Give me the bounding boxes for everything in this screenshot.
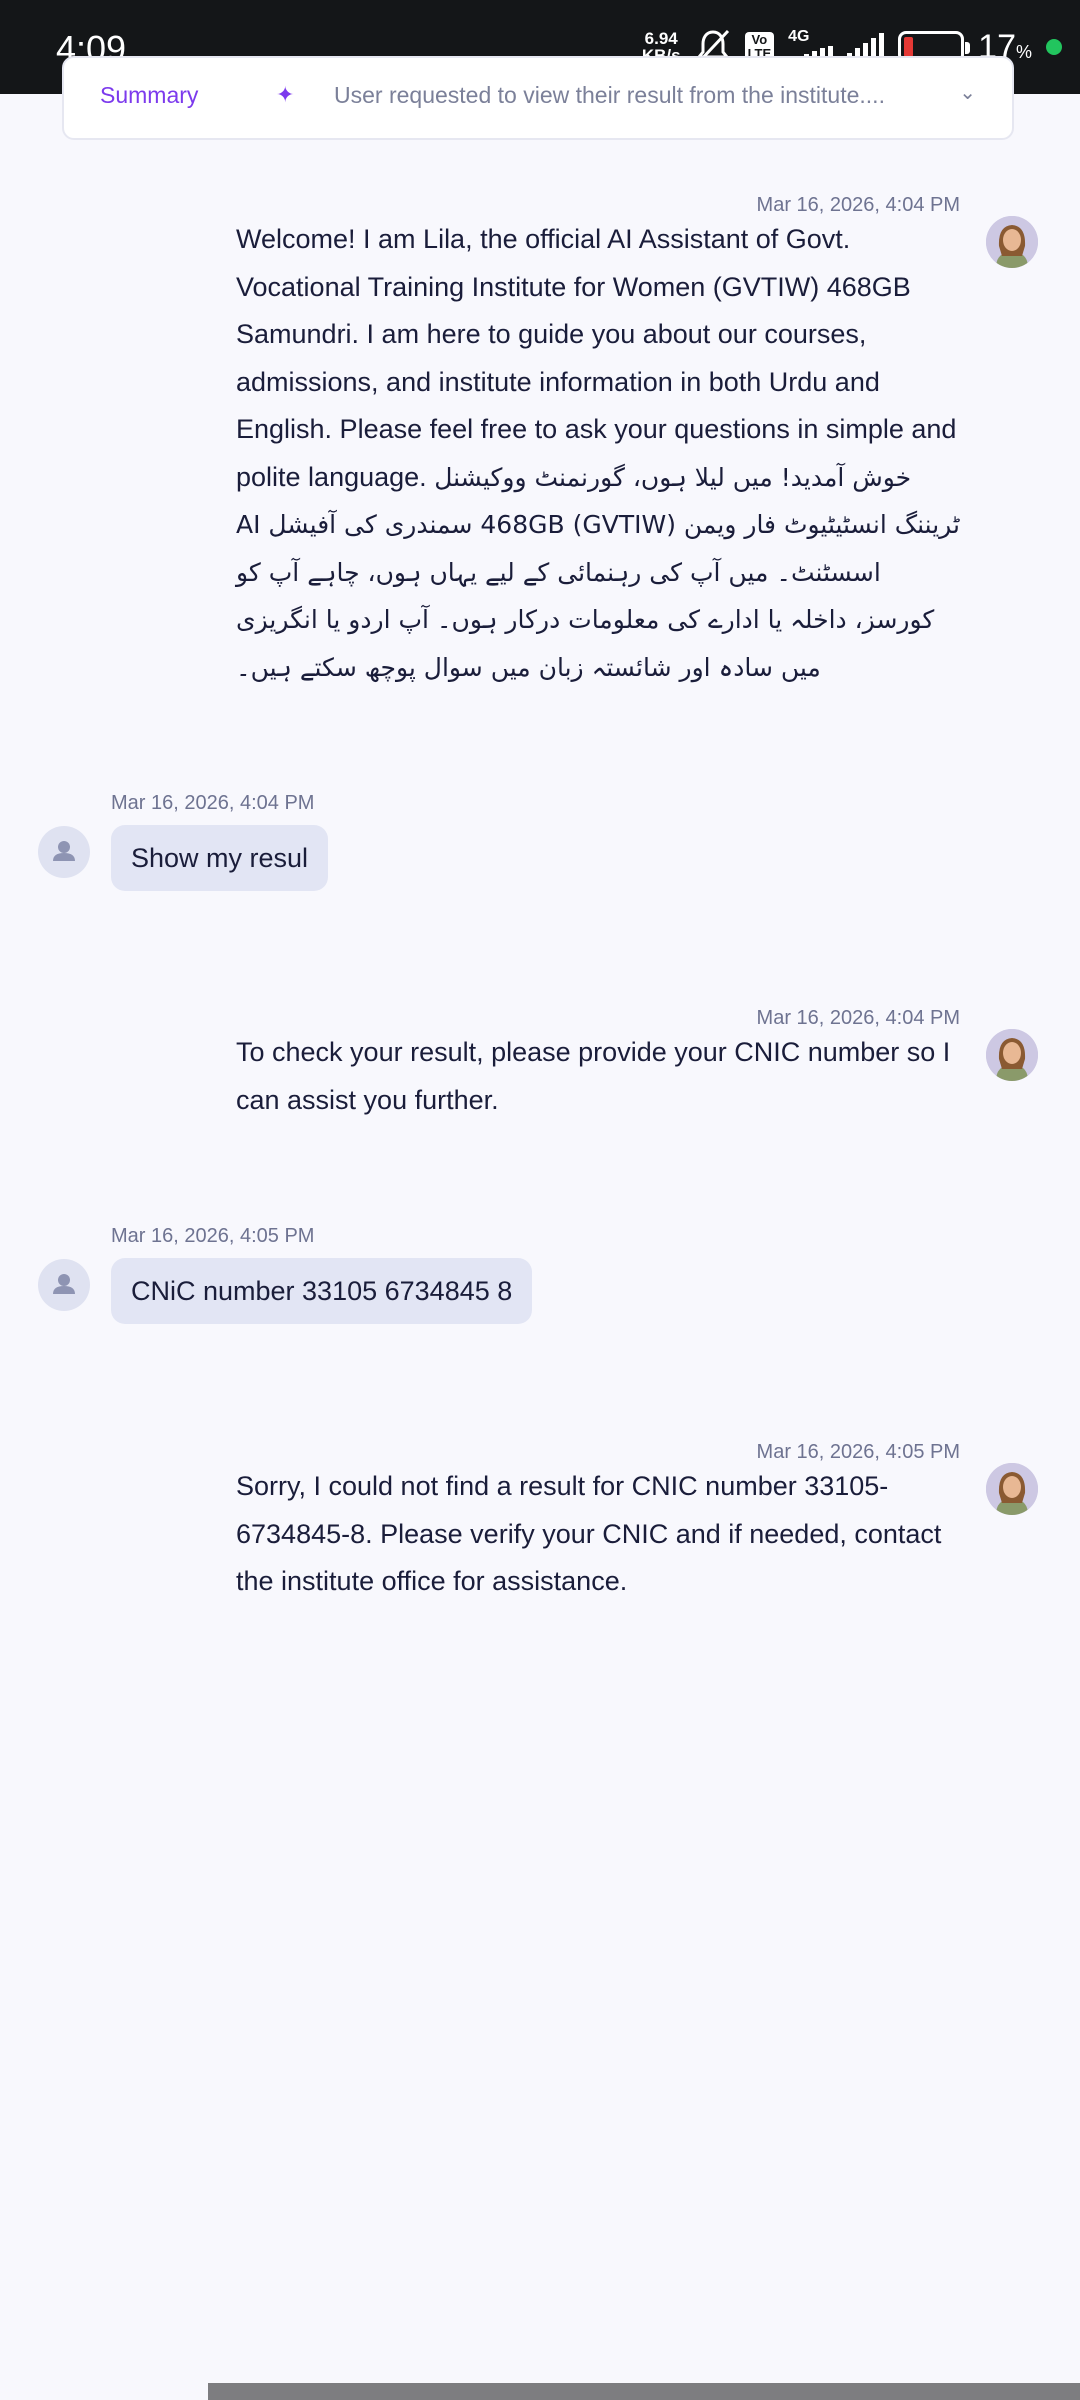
- summary-text: User requested to view their result from…: [334, 82, 885, 108]
- message-timestamp: Mar 16, 2026, 4:05 PM: [756, 1441, 960, 1463]
- message-timestamp: Mar 16, 2026, 4:04 PM: [111, 792, 315, 814]
- assistant-message: To check your result, please provide you…: [236, 1037, 951, 1115]
- message-timestamp: Mar 16, 2026, 4:04 PM: [756, 194, 960, 216]
- summary-label: Summary: [100, 82, 199, 108]
- assistant-avatar-image: [986, 1029, 1038, 1081]
- user-message: CNiC number 33105 6734845 8: [111, 1258, 533, 1324]
- message-timestamp: Mar 16, 2026, 4:05 PM: [111, 1225, 315, 1247]
- chevron-down-icon[interactable]: ⌄: [959, 80, 976, 105]
- network-speed-value: 6.94: [644, 29, 678, 48]
- user-avatar: [38, 1259, 90, 1311]
- assistant-avatar: [986, 1463, 1038, 1515]
- summary-card[interactable]: Summary ✦ User requested to view their r…: [62, 56, 1014, 140]
- network-type: 4G: [788, 28, 810, 45]
- message-text-english: Welcome! I am Lila, the official AI Assi…: [236, 224, 957, 492]
- assistant-message: Welcome! I am Lila, the official AI Assi…: [236, 216, 968, 691]
- message-text-urdu: خوش آمدید! میں لیلا ہوں، گورنمنٹ ووکیشنل…: [236, 462, 960, 682]
- assistant-message: Sorry, I could not find a result for CNI…: [236, 1471, 942, 1596]
- assistant-avatar: [986, 1029, 1038, 1081]
- assistant-avatar-image: [986, 216, 1038, 268]
- person-icon: [53, 841, 75, 861]
- sparkle-icon: ✦: [276, 82, 295, 107]
- battery-level: [904, 37, 914, 57]
- person-icon: [53, 1274, 75, 1294]
- assistant-avatar: [986, 216, 1038, 268]
- privacy-indicator-dot: [1046, 39, 1062, 55]
- user-avatar: [38, 826, 90, 878]
- user-message: Show my resul: [111, 825, 329, 891]
- volte-top: Vo: [751, 32, 768, 47]
- message-timestamp: Mar 16, 2026, 4:04 PM: [756, 1007, 960, 1029]
- horizontal-scrollbar[interactable]: [208, 2383, 1080, 2400]
- assistant-avatar-image: [986, 1463, 1038, 1515]
